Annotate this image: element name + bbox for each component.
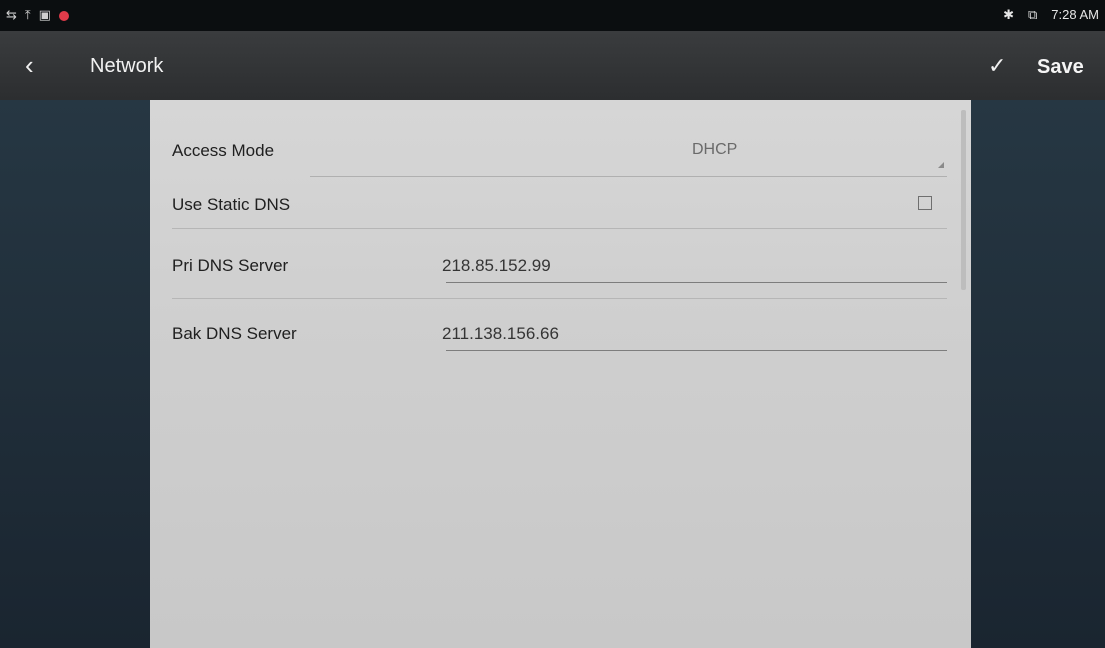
app-bar: ‹ Network ✓ Save [0, 31, 1105, 102]
page-title: Network [90, 55, 164, 77]
bak-dns-server-label: Bak DNS Server [172, 324, 297, 343]
pri-dns-server-row: Pri DNS Server 218.85.152.99 [172, 246, 947, 299]
access-mode-label: Access Mode [172, 141, 275, 160]
use-static-dns-label: Use Static DNS [172, 195, 291, 214]
scrollbar[interactable] [961, 110, 966, 290]
divider [172, 298, 947, 299]
record-icon [58, 10, 69, 21]
screen-cast-icon: ⧉ [1028, 7, 1038, 22]
right-side-panel [971, 100, 1105, 648]
use-static-dns-checkbox[interactable] [918, 196, 932, 210]
bak-dns-server-row: Bak DNS Server 211.138.156.66 [172, 314, 947, 366]
divider [310, 176, 947, 177]
checkmark-icon[interactable]: ✓ [988, 53, 1006, 79]
upload-icon: ⤒ [24, 7, 31, 22]
image-icon: ▣ [38, 7, 51, 22]
usb-icon: ⇆ [6, 7, 17, 22]
status-bar: ⇆ ⤒ ▣ ✱ ⧉ 7:28 AM [0, 0, 1105, 31]
access-mode-row[interactable]: Access Mode DHCP [172, 136, 947, 177]
back-chevron-icon[interactable]: ‹ [25, 51, 47, 79]
divider [172, 228, 947, 229]
use-static-dns-row[interactable]: Use Static DNS [172, 188, 947, 229]
left-side-panel [0, 100, 150, 648]
pri-dns-server-label: Pri DNS Server [172, 256, 289, 275]
pri-dns-server-field[interactable]: 218.85.152.99 [442, 256, 551, 276]
status-bar-right: ✱ ⧉ 7:28 AM [1003, 7, 1099, 23]
access-mode-select[interactable]: DHCP [692, 141, 737, 159]
field-underline [446, 282, 947, 283]
dropdown-arrow-icon[interactable] [938, 162, 944, 168]
status-bar-left-icons: ⇆ ⤒ ▣ [6, 7, 69, 23]
status-time: 7:28 AM [1051, 7, 1099, 22]
bluetooth-icon: ✱ [1003, 7, 1014, 22]
field-underline [446, 350, 947, 351]
network-settings-card: Access Mode DHCP Use Static DNS Pri DNS … [150, 100, 971, 648]
bak-dns-server-field[interactable]: 211.138.156.66 [442, 324, 559, 344]
save-button[interactable]: Save [1037, 56, 1084, 79]
